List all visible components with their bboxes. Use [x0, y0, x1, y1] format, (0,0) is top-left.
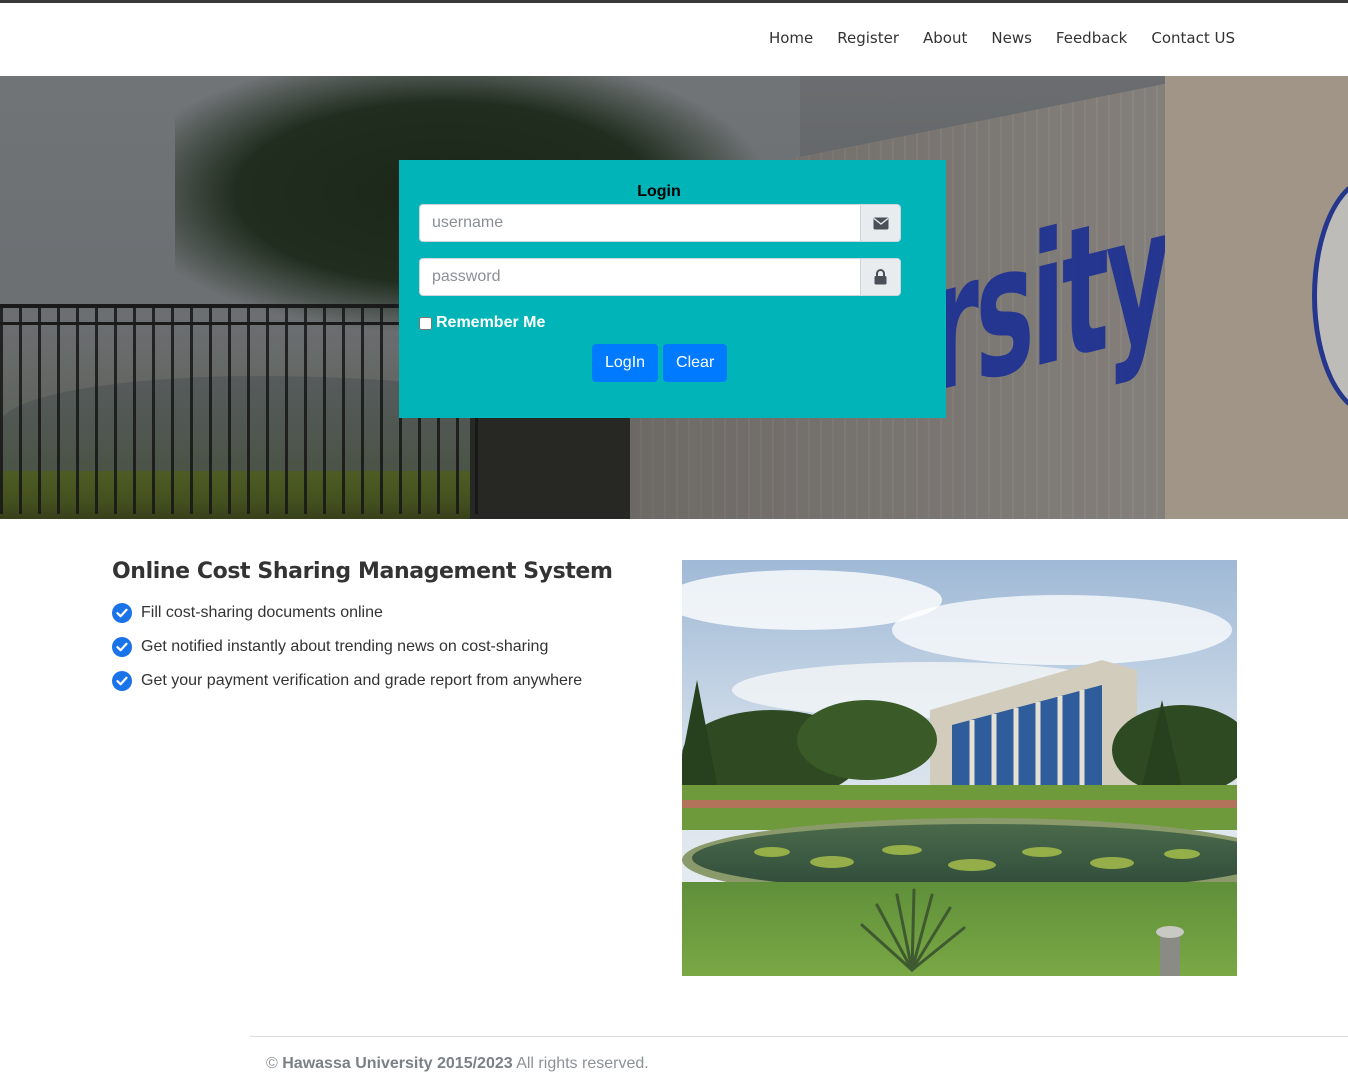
nav-home-link[interactable]: Home [769, 29, 813, 47]
lock-icon [860, 258, 901, 296]
feature-text: Get notified instantly about trending ne… [141, 638, 549, 655]
copyright-symbol: © [266, 1055, 278, 1072]
list-item: Get notified instantly about trending ne… [112, 630, 582, 664]
remember-me-label: Remember Me [436, 314, 546, 331]
login-actions: LogIn Clear [592, 344, 728, 382]
login-title: Login [637, 183, 681, 200]
feature-list: Fill cost-sharing documents online Get n… [112, 596, 582, 698]
footer-divider [250, 1036, 1348, 1037]
footer: © Hawassa University 2015/2023 All right… [266, 1055, 649, 1073]
username-input[interactable] [419, 204, 860, 242]
password-group [419, 258, 901, 296]
nav-about-link[interactable]: About [923, 29, 967, 47]
nav-news-link[interactable]: News [991, 29, 1032, 47]
password-input[interactable] [419, 258, 860, 296]
envelope-icon [860, 204, 901, 242]
clear-button[interactable]: Clear [663, 344, 728, 382]
check-circle-icon [112, 671, 132, 691]
username-group [419, 204, 901, 242]
footer-owner: Hawassa University 2015/2023 [282, 1055, 513, 1072]
check-circle-icon [112, 637, 132, 657]
check-circle-icon [112, 603, 132, 623]
feature-text: Get your payment verification and grade … [141, 672, 583, 689]
feature-text: Fill cost-sharing documents online [141, 604, 383, 621]
nav-contact-link[interactable]: Contact US [1151, 29, 1235, 47]
navbar: Home Register About News Feedback Contac… [0, 3, 1348, 76]
nav-links: Home Register About News Feedback Contac… [769, 29, 1235, 47]
login-panel: Login Remember Me LogIn Clear [399, 160, 946, 418]
login-button[interactable]: LogIn [592, 344, 659, 382]
remember-me[interactable]: Remember Me [419, 314, 545, 332]
nav-feedback-link[interactable]: Feedback [1056, 29, 1127, 47]
campus-photo-art [682, 560, 1237, 976]
footer-rights: All rights reserved. [516, 1055, 649, 1072]
campus-photo [682, 560, 1237, 976]
nav-register-link[interactable]: Register [837, 29, 899, 47]
remember-me-checkbox[interactable] [419, 316, 432, 330]
list-item: Fill cost-sharing documents online [112, 596, 582, 630]
list-item: Get your payment verification and grade … [112, 664, 582, 698]
page-title: Online Cost Sharing Management System [112, 559, 613, 584]
